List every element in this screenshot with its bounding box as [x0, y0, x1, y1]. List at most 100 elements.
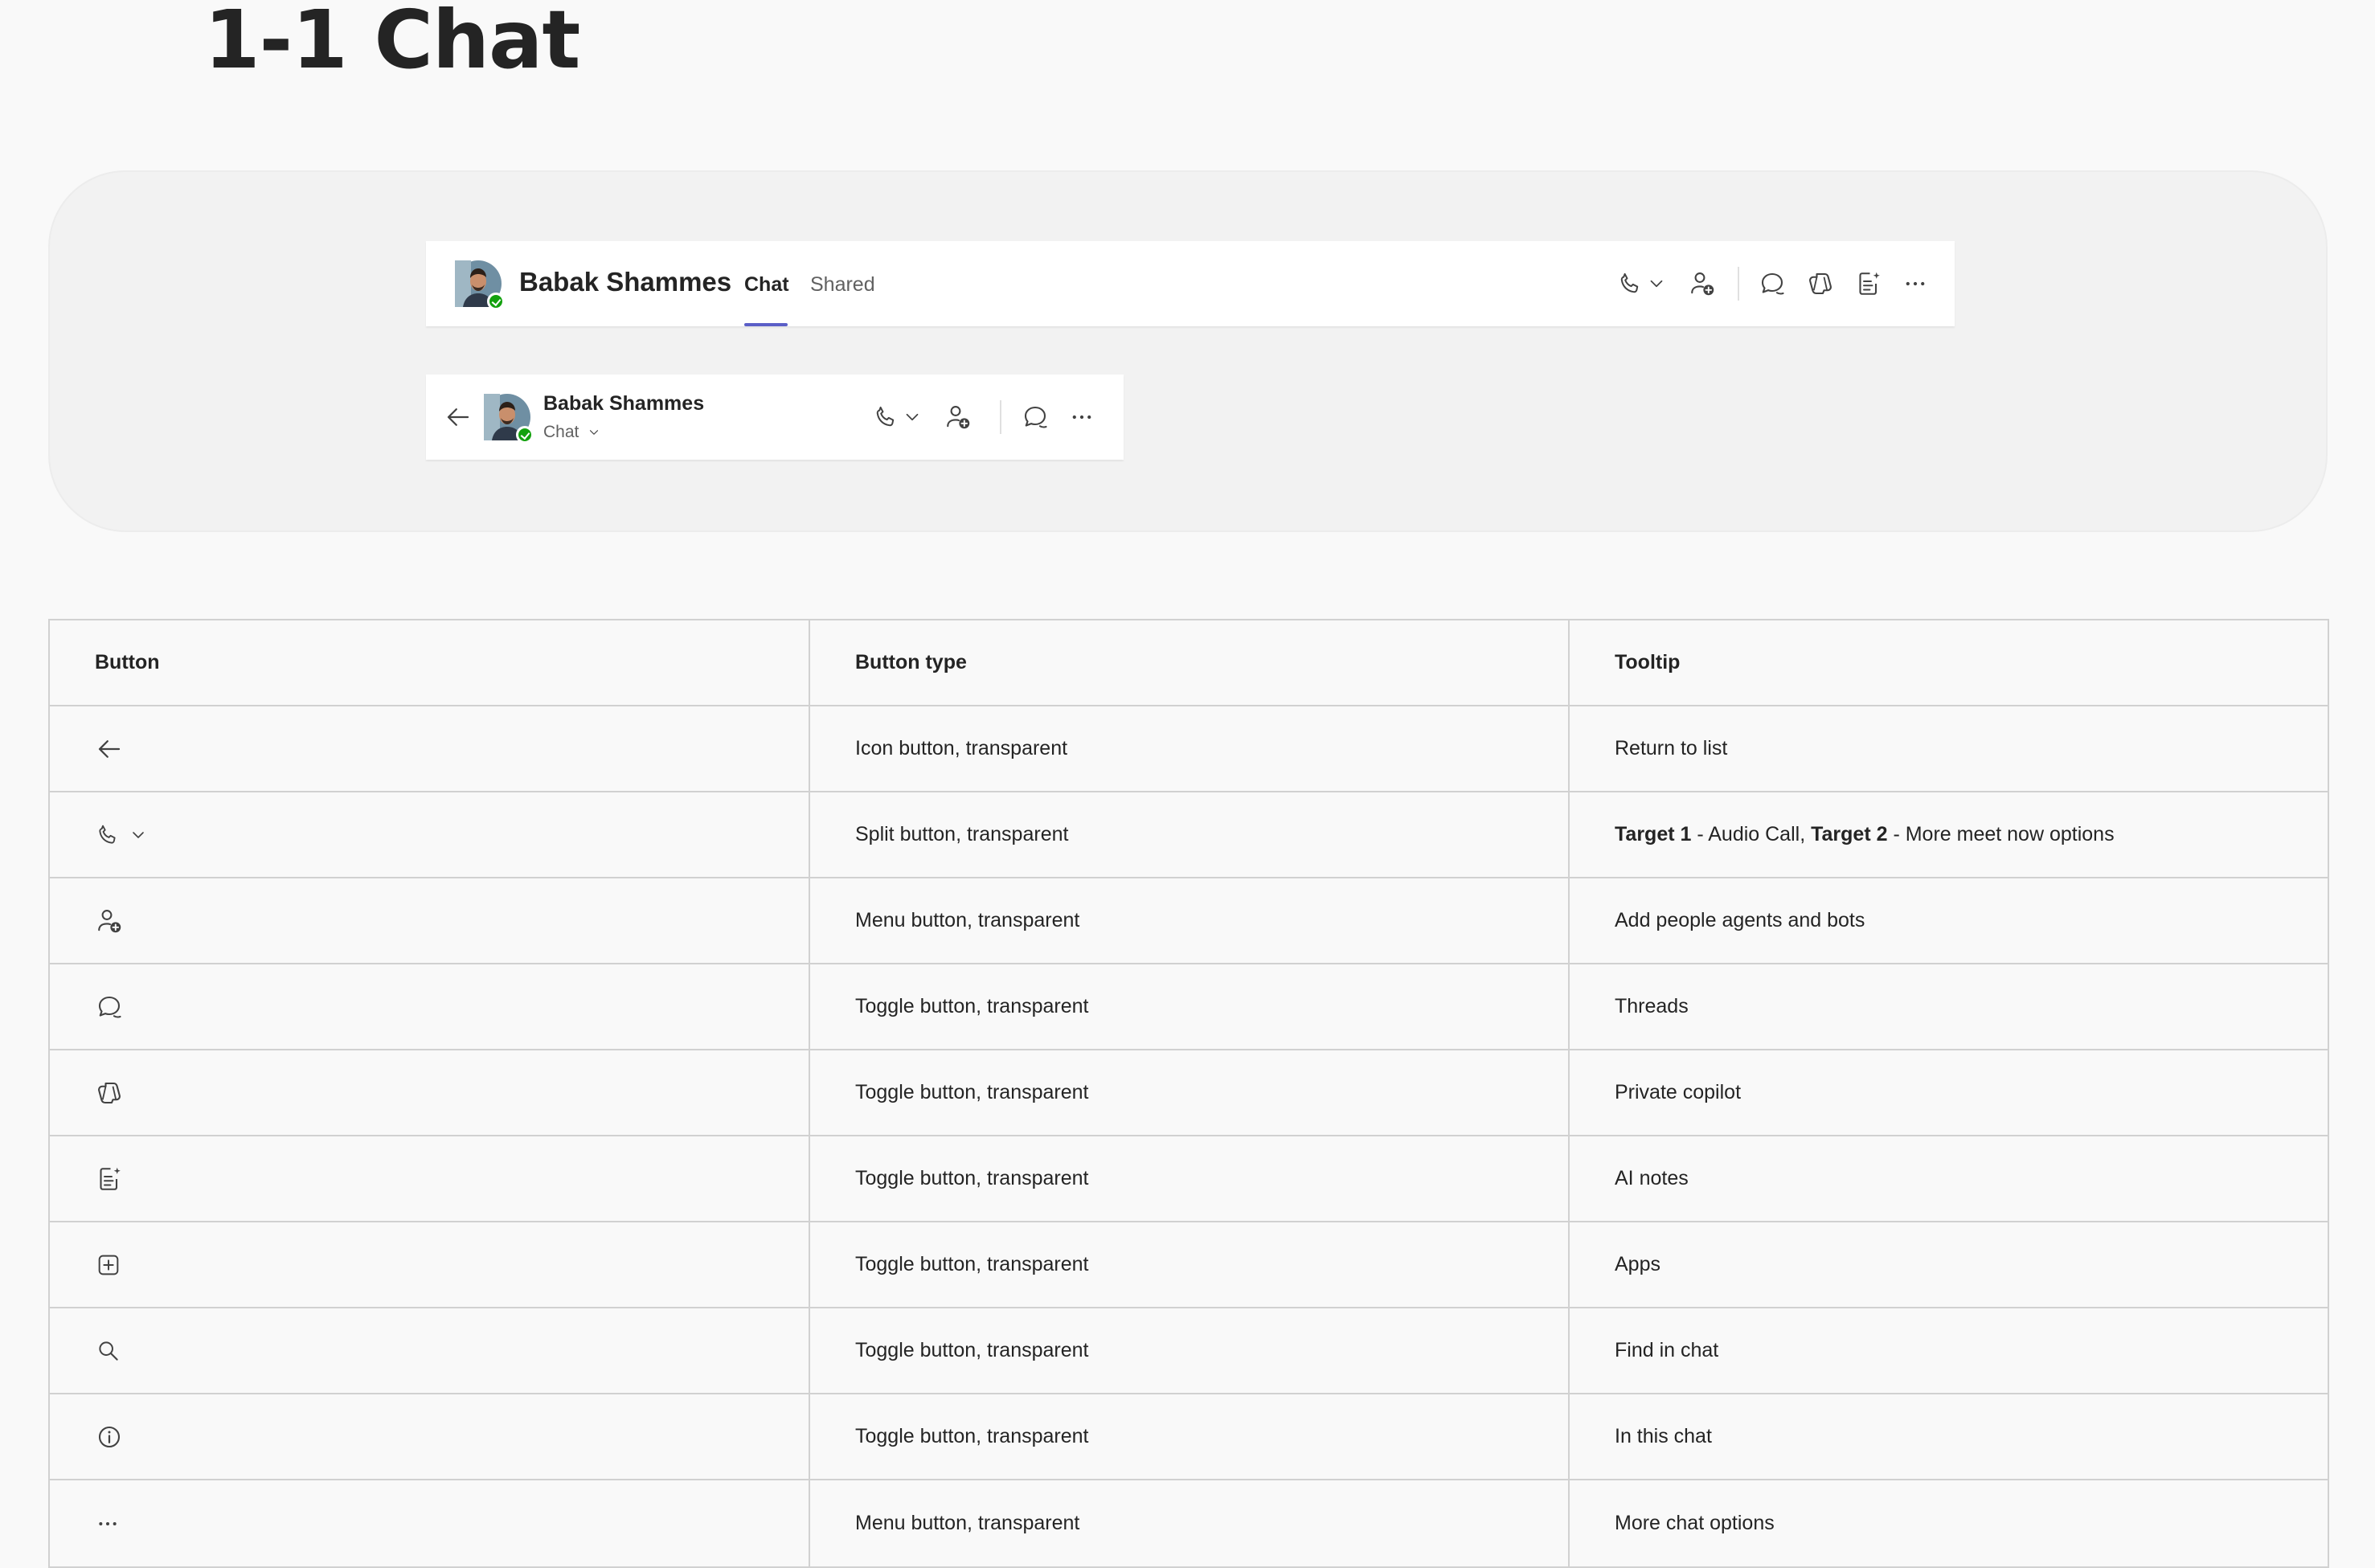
tooltip-cell: Target 1 - Audio Call, Target 2 - More m… [1568, 792, 2328, 877]
contact-name: Babak Shammes [519, 267, 732, 297]
button-type-cell: Toggle button, transparent [809, 1394, 1568, 1479]
toolbar-divider [1738, 267, 1739, 301]
threads-icon [95, 993, 124, 1021]
view-switcher-label: Chat [543, 423, 579, 441]
copilot-button[interactable] [1803, 266, 1838, 301]
tab-chat[interactable]: Chat [744, 273, 789, 297]
chevron-down-icon [902, 407, 923, 428]
back-arrow-icon [95, 735, 124, 764]
button-cell [50, 792, 809, 877]
threads-icon [1021, 403, 1050, 432]
more-options-button[interactable] [1064, 399, 1099, 435]
add-people-button[interactable] [1685, 266, 1720, 301]
table-row: Menu button, transparent More chat optio… [50, 1480, 2328, 1566]
column-header-button-type: Button type [809, 620, 1568, 705]
page-title: 1-1 Chat [204, 0, 580, 87]
avatar[interactable] [484, 394, 534, 444]
chat-header-wide: Babak Shammes Chat Shared [426, 241, 1955, 326]
tooltip-target-1-label: Target 1 [1615, 823, 1692, 845]
more-options-button[interactable] [1898, 266, 1933, 301]
tooltip-target-1-text: - Audio Call, [1691, 823, 1812, 845]
button-type-cell: Toggle button, transparent [809, 964, 1568, 1049]
button-cell [50, 1136, 809, 1221]
column-header-tooltip: Tooltip [1568, 620, 2328, 705]
tooltip-cell: Private copilot [1568, 1050, 2328, 1135]
button-cell [50, 1050, 809, 1135]
table-row: Toggle button, transparent Private copil… [50, 1050, 2328, 1136]
toolbar-divider [1000, 400, 1001, 434]
contact-name: Babak Shammes [543, 392, 705, 415]
back-button[interactable] [440, 399, 476, 435]
threads-button[interactable] [1018, 399, 1053, 435]
copilot-icon [95, 1079, 124, 1107]
button-type-cell: Toggle button, transparent [809, 1222, 1568, 1307]
tooltip-target-2-text: - More meet now options [1887, 823, 2115, 845]
button-cell [50, 1308, 809, 1393]
tooltip-cell: Threads [1568, 964, 2328, 1049]
avatar[interactable] [455, 260, 505, 310]
copilot-icon [1806, 269, 1835, 298]
button-type-cell: Split button, transparent [809, 792, 1568, 877]
button-type-cell: Icon button, transparent [809, 706, 1568, 791]
chevron-down-icon [129, 825, 148, 845]
phone-icon [872, 403, 899, 431]
tooltip-cell: In this chat [1568, 1394, 2328, 1479]
search-icon [95, 1337, 122, 1365]
tooltip-cell: More chat options [1568, 1480, 2328, 1566]
add-people-button[interactable] [940, 399, 976, 435]
tab-shared[interactable]: Shared [810, 273, 875, 297]
button-cell [50, 706, 809, 791]
button-type-cell: Toggle button, transparent [809, 1308, 1568, 1393]
view-switcher[interactable]: Chat [543, 423, 601, 442]
ai-notes-button[interactable] [1851, 266, 1886, 301]
tooltip-target-2-label: Target 2 [1811, 823, 1888, 845]
phone-icon [95, 822, 121, 848]
add-people-icon [944, 403, 973, 432]
audio-call-button[interactable] [868, 399, 903, 435]
ai-notes-icon [95, 1165, 124, 1193]
apps-icon [95, 1251, 122, 1279]
column-header-button: Button [95, 651, 160, 673]
tab-chat-indicator [744, 323, 788, 326]
tooltip-cell: Return to list [1568, 706, 2328, 791]
audio-call-button[interactable] [1612, 266, 1648, 301]
button-cell [50, 1222, 809, 1307]
table-header-row: Button Button type Tooltip [50, 620, 2328, 706]
button-cell [50, 1480, 809, 1566]
add-people-icon [95, 907, 124, 935]
presence-available-icon [516, 426, 534, 444]
meet-now-options-button[interactable] [1644, 266, 1669, 301]
tooltip-cell: AI notes [1568, 1136, 2328, 1221]
chevron-down-icon [1646, 273, 1667, 294]
table-row: Toggle button, transparent AI notes [50, 1136, 2328, 1222]
tooltip-cell: Apps [1568, 1222, 2328, 1307]
table-row: Menu button, transparent Add people agen… [50, 878, 2328, 964]
preview-panel [48, 170, 2328, 532]
button-type-cell: Toggle button, transparent [809, 1136, 1568, 1221]
phone-icon [1616, 270, 1644, 297]
back-arrow-icon [444, 403, 473, 432]
button-type-cell: Menu button, transparent [809, 1480, 1568, 1566]
meet-now-options-button[interactable] [900, 399, 924, 435]
table-row: Toggle button, transparent Apps [50, 1222, 2328, 1308]
button-cell [50, 1394, 809, 1479]
threads-icon [1758, 269, 1787, 298]
tooltip-cell: Add people agents and bots [1568, 878, 2328, 963]
info-icon [95, 1423, 124, 1451]
more-icon [95, 1511, 121, 1537]
button-type-cell: Toggle button, transparent [809, 1050, 1568, 1135]
chat-header-narrow: Babak Shammes Chat [426, 375, 1124, 460]
ai-notes-icon [1854, 269, 1883, 298]
button-cell [50, 964, 809, 1049]
table-row: Toggle button, transparent Find in chat [50, 1308, 2328, 1394]
threads-button[interactable] [1755, 266, 1790, 301]
more-icon [1902, 270, 1929, 297]
table-row: Icon button, transparent Return to list [50, 706, 2328, 792]
table-row: Toggle button, transparent Threads [50, 964, 2328, 1050]
table-row: Toggle button, transparent In this chat [50, 1394, 2328, 1480]
chevron-down-icon [587, 425, 601, 440]
table-row: Split button, transparent Target 1 - Aud… [50, 792, 2328, 878]
button-type-cell: Menu button, transparent [809, 878, 1568, 963]
more-icon [1068, 403, 1095, 431]
add-people-icon [1688, 269, 1717, 298]
